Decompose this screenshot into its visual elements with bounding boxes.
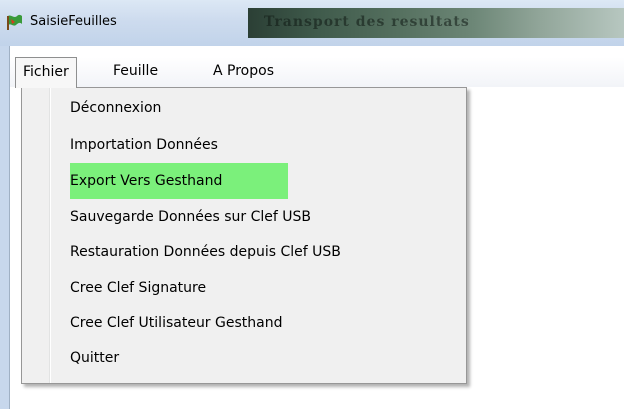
menu-a-propos[interactable]: A Propos [205,57,282,86]
menu-item-cree-clef-signature[interactable]: Cree Clef Signature [70,270,206,306]
menu-item-deconnexion[interactable]: Déconnexion [70,90,161,126]
menu-item-importation-donnees[interactable]: Importation Données [70,127,218,163]
menu-item-label: Déconnexion [70,100,162,116]
menu-item-label: Restauration Données depuis Clef USB [70,244,341,260]
menu-fichier-label: Fichier [23,64,69,80]
menu-item-restauration-donnees[interactable]: Restauration Données depuis Clef USB [70,234,341,270]
window-title: SaisieFeuilles [30,14,117,29]
menu-item-label: Sauvegarde Données sur Clef USB [70,209,311,225]
menu-item-sauvegarde-donnees[interactable]: Sauvegarde Données sur Clef USB [70,199,311,235]
menu-feuille[interactable]: Feuille [105,57,166,86]
app-flag-icon [7,14,22,30]
menu-item-label: Cree Clef Signature [70,280,207,296]
menu-item-label: Importation Données [70,137,218,153]
fichier-dropdown-menu: Déconnexion Importation Données Export V… [21,87,467,384]
title-bar[interactable]: SaisieFeuilles Transport des resultats [0,0,624,46]
menu-icon-gutter [22,88,51,383]
window-left-border [0,46,10,409]
menu-fichier[interactable]: Fichier [15,57,77,88]
menu-a-propos-label: A Propos [213,63,274,79]
menu-bar: Fichier Feuille A Propos [10,57,624,88]
menu-item-label: Cree Clef Utilisateur Gesthand [70,315,283,331]
menu-feuille-label: Feuille [113,63,159,79]
menu-item-quitter[interactable]: Quitter [70,340,119,376]
menu-item-label: Export Vers Gesthand [70,173,223,189]
title-banner: Transport des resultats [248,8,624,38]
menu-item-cree-clef-utilisateur[interactable]: Cree Clef Utilisateur Gesthand [70,305,282,341]
menu-item-export-vers-gesthand[interactable]: Export Vers Gesthand [70,163,222,199]
menu-item-label: Quitter [70,350,120,366]
title-banner-text: Transport des resultats [264,14,470,30]
